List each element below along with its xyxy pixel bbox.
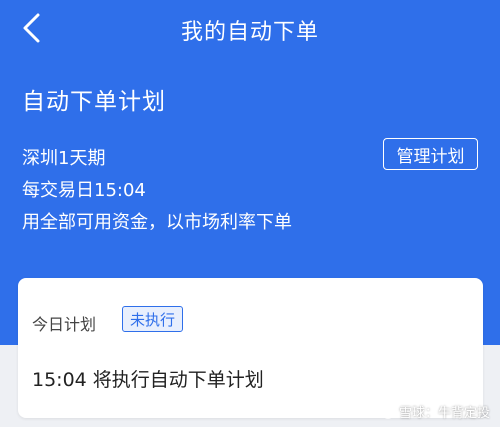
- plan-schedule: 每交易日15:04: [22, 180, 146, 201]
- today-plan-label: 今日计划: [32, 315, 97, 334]
- page-title: 我的自动下单: [180, 20, 319, 45]
- today-plan-card: 今日计划 未执行 15:04 将执行自动下单计划: [18, 278, 483, 418]
- plan-heading: 自动下单计划: [22, 89, 166, 115]
- plan-method: 用全部可用资金，以市场利率下单: [22, 212, 292, 233]
- watermark: 雪球：牛背定投: [381, 402, 490, 421]
- snowball-logo-icon: [381, 404, 395, 419]
- today-plan-message: 15:04 将执行自动下单计划: [32, 369, 264, 391]
- manage-plan-button[interactable]: 管理计划: [383, 138, 478, 170]
- watermark-text: 雪球：牛背定投: [398, 406, 490, 421]
- status-badge: 未执行: [122, 306, 184, 332]
- navigation-bar: 我的自动下单: [0, 0, 500, 60]
- plan-product: 深圳1天期: [22, 148, 106, 169]
